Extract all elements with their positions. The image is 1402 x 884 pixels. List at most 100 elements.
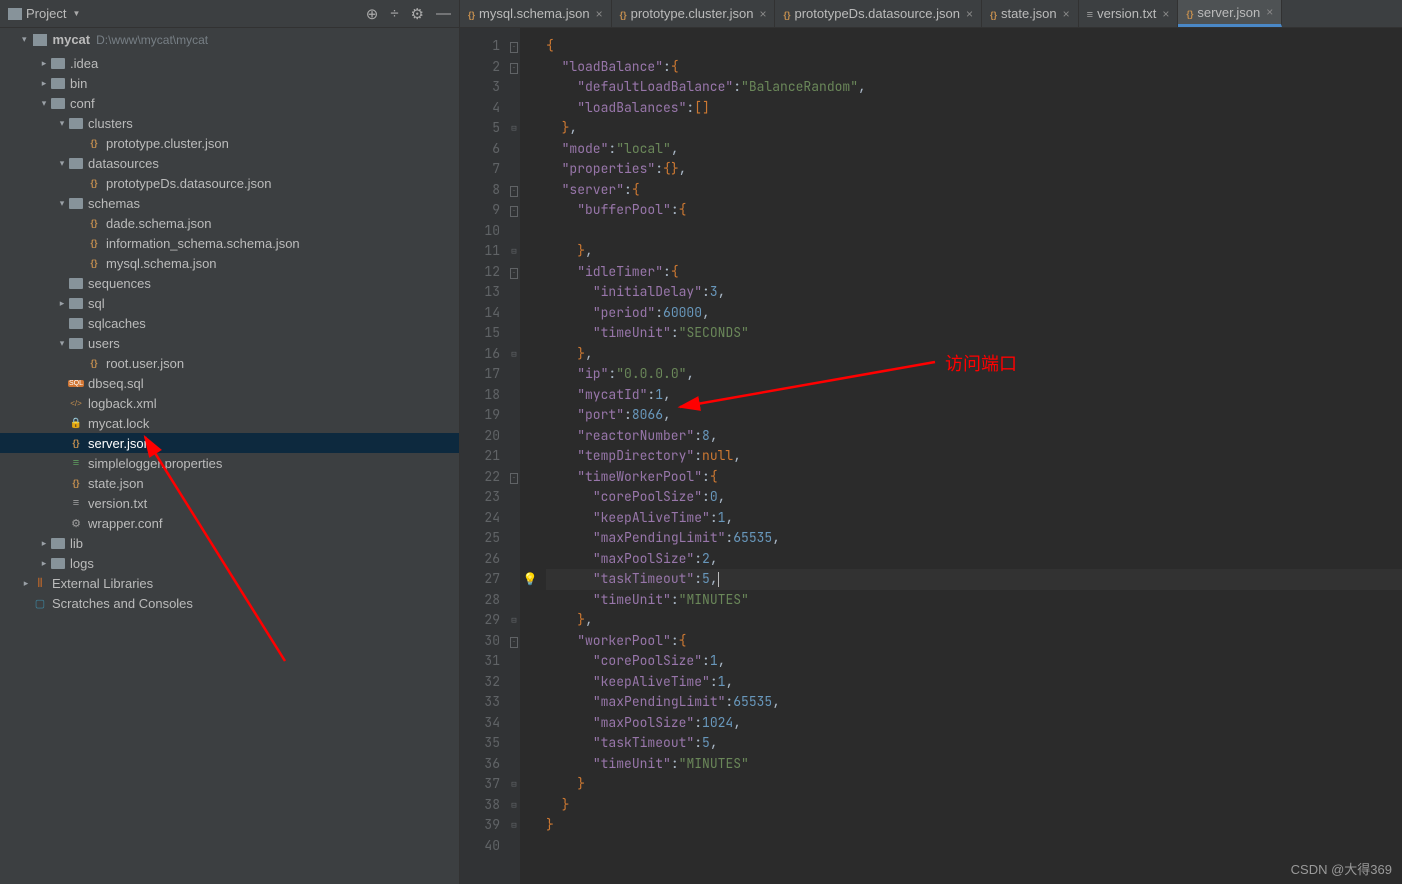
tree-node-xml[interactable]: logback.xml: [0, 393, 459, 413]
editor-tab[interactable]: mysql.schema.json ×: [460, 0, 612, 27]
tree-node-json[interactable]: prototype.cluster.json: [0, 133, 459, 153]
folder-icon: [68, 156, 84, 170]
settings-icon[interactable]: ⚙: [411, 5, 424, 23]
sql-icon: [68, 376, 84, 390]
code-content[interactable]: { "loadBalance":{ "defaultLoadBalance":"…: [540, 28, 1402, 884]
code-line: },: [546, 344, 1402, 365]
tree-node-folder[interactable]: ▸logs: [0, 553, 459, 573]
expand-arrow-icon[interactable]: ▸: [56, 298, 68, 309]
tree-node-lib[interactable]: ▸ External Libraries: [0, 573, 459, 593]
code-line: "period":60000,: [546, 303, 1402, 324]
tree-node-label: External Libraries: [52, 576, 153, 591]
tree-node-json[interactable]: dade.schema.json: [0, 213, 459, 233]
tree-node-label: sqlcaches: [88, 316, 146, 331]
code-line: "loadBalance":{: [546, 57, 1402, 78]
folder-icon: [68, 116, 84, 130]
tree-node-conf[interactable]: wrapper.conf: [0, 513, 459, 533]
expand-arrow-icon[interactable]: ▸: [38, 58, 50, 69]
tree-node-props[interactable]: simplelogger.properties: [0, 453, 459, 473]
json-icon: [86, 256, 102, 270]
expand-arrow-icon[interactable]: ▸: [38, 558, 50, 569]
json-icon: [86, 136, 102, 150]
folder-icon: [50, 76, 66, 90]
tree-node-label: conf: [70, 96, 95, 111]
tree-node-json[interactable]: information_schema.schema.json: [0, 233, 459, 253]
tree-node-lock[interactable]: mycat.lock: [0, 413, 459, 433]
tree-node-json[interactable]: prototypeDs.datasource.json: [0, 173, 459, 193]
json-icon: [86, 356, 102, 370]
project-root[interactable]: ▾ mycat D:\www\mycat\mycat: [0, 28, 459, 51]
hide-icon[interactable]: —: [436, 5, 451, 23]
code-line: "maxPendingLimit":65535,: [546, 528, 1402, 549]
tree-node-folder[interactable]: ▾ datasources: [0, 153, 459, 173]
tree-node-label: server.json: [88, 436, 151, 451]
editor-tab[interactable]: version.txt×: [1079, 0, 1179, 27]
tree-node-folder[interactable]: ▾ conf: [0, 93, 459, 113]
tree-node-folder[interactable]: sqlcaches: [0, 313, 459, 333]
close-icon[interactable]: ×: [596, 7, 603, 21]
editor-tabbar: mysql.schema.json×prototype.cluster.json…: [460, 0, 1402, 28]
editor-tab[interactable]: state.json×: [982, 0, 1079, 27]
tree-node-label: datasources: [88, 156, 159, 171]
tree-node-folder[interactable]: ▸bin: [0, 73, 459, 93]
expand-arrow-icon[interactable]: ▾: [38, 98, 50, 109]
expand-arrow-icon[interactable]: ▸: [38, 78, 50, 89]
tree-node-sql[interactable]: dbseq.sql: [0, 373, 459, 393]
tab-label: mysql.schema.json: [479, 6, 590, 21]
tree-node-folder[interactable]: ▾clusters: [0, 113, 459, 133]
tree-node-label: information_schema.schema.json: [106, 236, 300, 251]
code-line: "keepAliveTime":1,: [546, 672, 1402, 693]
tree-node-folder[interactable]: ▸lib: [0, 533, 459, 553]
editor-tab[interactable]: server.json×: [1178, 0, 1282, 27]
scratch-icon: [32, 596, 48, 610]
code-line: "timeWorkerPool":{: [546, 467, 1402, 488]
tree-node-label: mysql.schema.json: [106, 256, 217, 271]
close-icon[interactable]: ×: [1266, 5, 1273, 19]
tree-node-folder[interactable]: ▸.idea: [0, 53, 459, 73]
expand-arrow-icon[interactable]: ▾: [56, 158, 68, 169]
json-file-icon: [990, 6, 997, 21]
xml-icon: [68, 396, 84, 410]
tree-node-folder[interactable]: ▸ sql: [0, 293, 459, 313]
json-icon: [86, 176, 102, 190]
tree-node-label: version.txt: [88, 496, 147, 511]
project-selector[interactable]: Project ▼: [8, 6, 80, 21]
text-file-icon: [1087, 6, 1093, 21]
close-icon[interactable]: ×: [966, 7, 973, 21]
code-line: },: [546, 118, 1402, 139]
tree-node-scratch[interactable]: Scratches and Consoles: [0, 593, 459, 613]
code-line: "maxPoolSize":1024,: [546, 713, 1402, 734]
locate-icon[interactable]: ⊕: [366, 5, 379, 23]
close-icon[interactable]: ×: [1162, 7, 1169, 21]
expand-arrow-icon[interactable]: ▾: [56, 118, 68, 129]
tree-node-folder[interactable]: sequences: [0, 273, 459, 293]
tree-node-folder[interactable]: ▾users: [0, 333, 459, 353]
tree-node-folder[interactable]: ▾schemas: [0, 193, 459, 213]
editor-tab[interactable]: prototype.cluster.json×: [612, 0, 776, 27]
code-area: 1234567891011121314151617181920212223242…: [460, 28, 1402, 884]
tree-node-label: state.json: [88, 476, 144, 491]
code-line: "keepAliveTime":1,: [546, 508, 1402, 529]
tree-node-json[interactable]: root.user.json: [0, 353, 459, 373]
collapse-icon[interactable]: ÷: [390, 5, 398, 23]
tree-node-label: sql: [88, 296, 105, 311]
folder-icon: [68, 336, 84, 350]
tree-node-json[interactable]: server.json: [0, 433, 459, 453]
tree-node-json[interactable]: state.json: [0, 473, 459, 493]
expand-arrow-icon[interactable]: ▸: [38, 538, 50, 549]
tree-node-json[interactable]: mysql.schema.json: [0, 253, 459, 273]
tree-node-label: mycat.lock: [88, 416, 149, 431]
code-line: "mode":"local",: [546, 139, 1402, 160]
expand-arrow-icon[interactable]: ▾: [56, 338, 68, 349]
tree-node-txt[interactable]: version.txt: [0, 493, 459, 513]
code-line: "corePoolSize":1,: [546, 651, 1402, 672]
tab-label: prototypeDs.datasource.json: [794, 6, 959, 21]
intention-bulb-icon[interactable]: 💡: [520, 569, 540, 590]
expand-arrow-icon[interactable]: ▾: [56, 198, 68, 209]
close-icon[interactable]: ×: [759, 7, 766, 21]
editor-tab[interactable]: prototypeDs.datasource.json ×: [775, 0, 982, 27]
expand-arrow-icon[interactable]: ▸: [20, 578, 32, 589]
close-icon[interactable]: ×: [1063, 7, 1070, 21]
watermark: CSDN @大得369: [1291, 859, 1392, 878]
code-line: "corePoolSize":0,: [546, 487, 1402, 508]
